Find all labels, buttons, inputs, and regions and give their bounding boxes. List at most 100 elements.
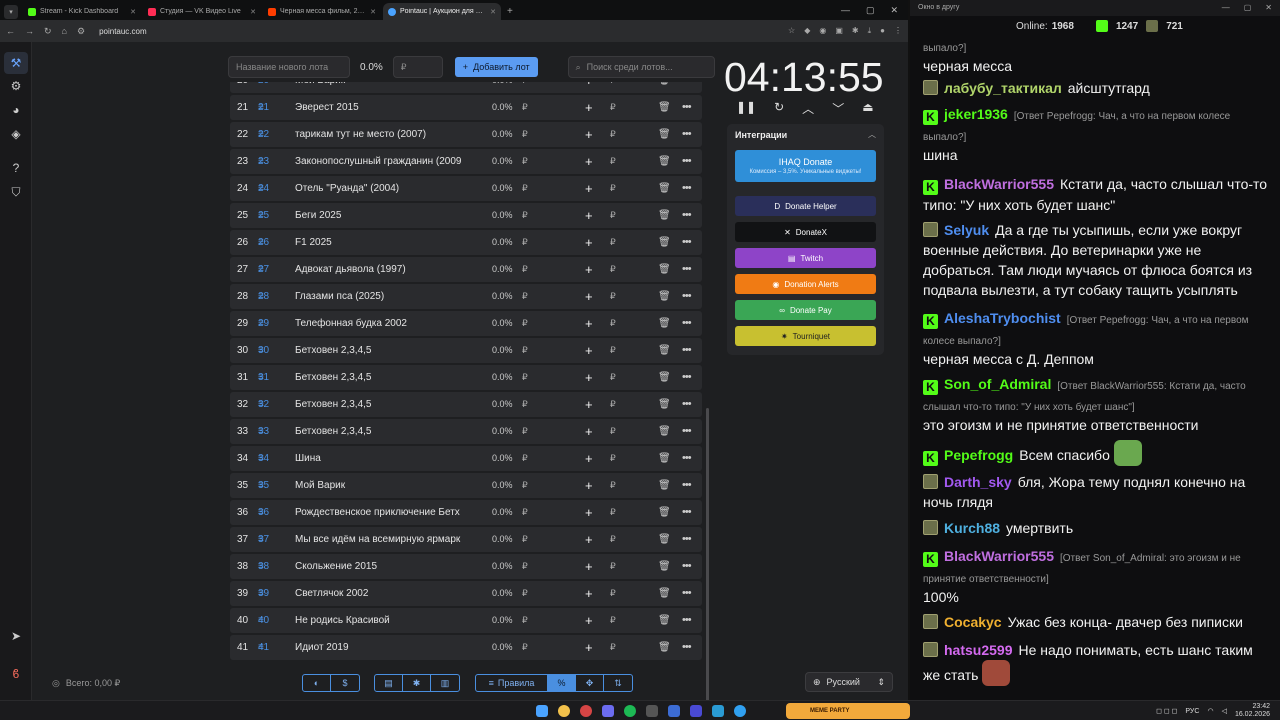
lot-add-amount[interactable]: ₽ — [610, 176, 616, 201]
lot-amount[interactable]: ₽ — [522, 311, 528, 336]
more-icon[interactable]: ••• — [682, 527, 692, 552]
more-icon[interactable]: ••• — [682, 284, 692, 309]
spotify-icon[interactable] — [624, 705, 636, 717]
lot-amount[interactable]: ₽ — [522, 203, 528, 228]
lot-name[interactable]: Мой Варик — [295, 473, 475, 498]
close-icon[interactable]: ✕ — [490, 8, 496, 16]
download-icon[interactable]: ⤓ — [868, 26, 872, 36]
lot-amount[interactable]: ₽ — [522, 554, 528, 579]
lot-add-amount[interactable]: ₽ — [610, 392, 616, 417]
more-icon[interactable]: ••• — [682, 311, 692, 336]
plus-icon[interactable]: + — [585, 95, 593, 120]
lot-amount[interactable]: ₽ — [522, 176, 528, 201]
more-icon[interactable]: ••• — [682, 95, 692, 120]
lot-name[interactable]: Не родись Красивой — [295, 608, 475, 633]
tab-movie[interactable]: Черная месса фильм, 2015, дат ✕ — [263, 3, 381, 20]
more-icon[interactable]: ••• — [682, 581, 692, 606]
tab-kick-dashboard[interactable]: Stream - Kick Dashboard ✕ — [23, 3, 141, 20]
lot-name[interactable]: Эверест 2015 — [295, 95, 475, 120]
close-window-icon[interactable]: ✕ — [1265, 3, 1272, 12]
lot-name[interactable]: Бетховен 2,3,4,5 — [295, 392, 475, 417]
lot-add-amount[interactable]: ₽ — [610, 365, 616, 390]
lot-amount[interactable]: ₽ — [522, 446, 528, 471]
trash-icon[interactable]: 🗑 — [658, 473, 671, 498]
app-icon[interactable] — [668, 705, 680, 717]
plus-icon[interactable]: + — [585, 82, 593, 93]
trash-icon[interactable]: 🗑 — [658, 149, 671, 174]
lot-add-amount[interactable]: ₽ — [610, 554, 616, 579]
url-field[interactable]: pointauc.com — [99, 27, 778, 36]
close-icon[interactable]: ✕ — [370, 8, 376, 16]
plus-icon[interactable]: + — [585, 500, 593, 525]
more-icon[interactable]: ••• — [682, 149, 692, 174]
more-icon[interactable]: ••• — [682, 338, 692, 363]
more-icon[interactable]: ••• — [682, 473, 692, 498]
trash-icon[interactable]: 🗑 — [658, 82, 671, 93]
trash-icon[interactable]: ▥ — [431, 675, 459, 691]
lot-name[interactable]: Законопослушный гражданин (2009 — [295, 149, 475, 174]
move-icon[interactable]: ✥ — [576, 675, 604, 691]
plus-icon[interactable]: + — [585, 122, 593, 147]
plus-icon[interactable]: + — [585, 527, 593, 552]
rules-button[interactable]: ≡ Правила — [476, 675, 548, 691]
help-icon[interactable]: ? — [8, 160, 24, 176]
trash-icon[interactable]: 🗑 — [658, 527, 671, 552]
collapse-icon[interactable]: ⏏ — [862, 100, 873, 117]
lot-add-amount[interactable]: ₽ — [610, 419, 616, 444]
app-icon[interactable] — [690, 705, 702, 717]
lot-amount[interactable]: ₽ — [522, 82, 528, 93]
lot-amount[interactable]: ₽ — [522, 500, 528, 525]
lot-add-amount[interactable]: ₽ — [610, 95, 616, 120]
lot-name[interactable]: Идиот 2019 — [295, 635, 475, 660]
lot-amount[interactable]: ₽ — [522, 581, 528, 606]
extension-icon[interactable]: ◉ — [819, 26, 826, 36]
site-info-icon[interactable]: ⚙ — [77, 26, 85, 37]
plus-icon[interactable]: + — [585, 473, 593, 498]
lot-amount[interactable]: ₽ — [522, 473, 528, 498]
chevron-down-icon[interactable]: ﹀ — [832, 100, 844, 117]
wheel-icon[interactable]: ◕ — [8, 102, 24, 118]
trash-icon[interactable]: 🗑 — [658, 365, 671, 390]
close-icon[interactable]: ✕ — [250, 8, 256, 16]
lot-amount[interactable]: ₽ — [522, 230, 528, 255]
plus-icon[interactable]: + — [585, 419, 593, 444]
maximize-icon[interactable]: ▢ — [866, 5, 875, 16]
pause-icon[interactable]: ❚❚ — [736, 100, 756, 117]
lot-name[interactable]: Глазами пса (2025) — [295, 284, 475, 309]
lot-name[interactable]: Отель "Руанда" (2004) — [295, 176, 475, 201]
clock[interactable]: 23:42 16.02.2026 — [1235, 703, 1270, 719]
plus-icon[interactable]: + — [585, 149, 593, 174]
plus-icon[interactable]: + — [585, 446, 593, 471]
lot-amount[interactable]: ₽ — [522, 635, 528, 660]
chevron-up-icon[interactable]: ︿ — [868, 129, 876, 140]
lot-amount[interactable]: ₽ — [522, 284, 528, 309]
chrome-icon[interactable] — [558, 705, 570, 717]
lot-name[interactable]: Бетховен 2,3,4,5 — [295, 338, 475, 363]
chat-username[interactable]: Pepefrogg — [944, 447, 1013, 463]
add-lot-button[interactable]: + Добавить лот — [454, 57, 538, 77]
lot-add-amount[interactable]: ₽ — [610, 527, 616, 552]
shield-icon[interactable]: ⛉ — [8, 184, 24, 200]
trash-icon[interactable]: 🗑 — [658, 581, 671, 606]
more-icon[interactable]: ••• — [682, 500, 692, 525]
lot-name[interactable]: Скольжение 2015 — [295, 554, 475, 579]
forward-icon[interactable]: → — [25, 26, 34, 36]
language-select[interactable]: ⊕ Русский ⇕ — [805, 672, 893, 692]
menu-icon[interactable]: ⋮ — [894, 26, 902, 36]
app-icon[interactable] — [734, 705, 746, 717]
lot-add-amount[interactable]: ₽ — [610, 284, 616, 309]
lot-amount[interactable]: ₽ — [522, 257, 528, 282]
chat-username[interactable]: лабубу_тактикал — [944, 80, 1062, 96]
trash-icon[interactable]: 🗑 — [658, 635, 671, 660]
bookmark-star-icon[interactable]: ☆ — [788, 26, 795, 36]
meme-party-widget[interactable]: MEME PARTY — [786, 703, 910, 719]
plus-icon[interactable]: + — [585, 635, 593, 660]
lot-add-amount[interactable]: ₽ — [610, 608, 616, 633]
lot-amount[interactable]: ₽ — [522, 608, 528, 633]
lot-name[interactable]: F1 2025 — [295, 230, 475, 255]
extension-icon[interactable]: ◆ — [804, 26, 810, 36]
plus-icon[interactable]: + — [585, 257, 593, 282]
chat-username[interactable]: BlackWarrior555 — [944, 176, 1054, 192]
home-icon[interactable]: ⌂ — [62, 26, 67, 36]
lot-amount[interactable]: ₽ — [522, 95, 528, 120]
